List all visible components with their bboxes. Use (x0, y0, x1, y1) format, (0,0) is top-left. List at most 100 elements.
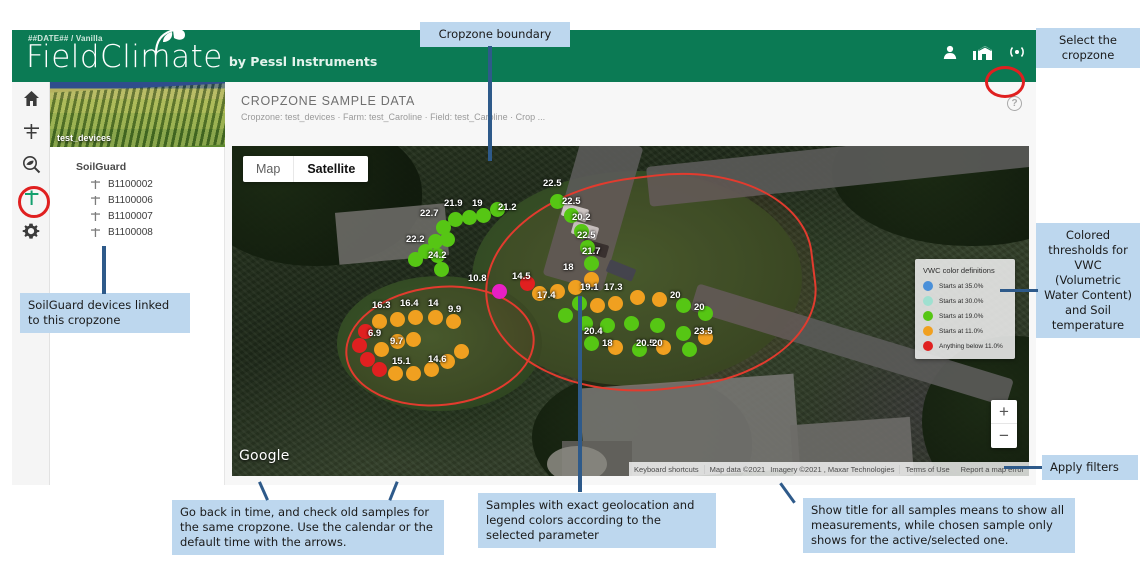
sample-dot[interactable] (584, 336, 599, 351)
map-type-toggle[interactable]: Map Satellite (243, 156, 369, 182)
sample-dot[interactable] (406, 366, 421, 381)
sample-dot[interactable] (568, 280, 583, 295)
sample-dot[interactable] (590, 298, 605, 313)
cropzone-photo[interactable]: test_devices (50, 82, 225, 147)
fieldclimate-app-window: ##DATE## / Vanilla FieldClimate by Pessl… (12, 30, 1036, 485)
sidebar-item-settings[interactable] (12, 214, 50, 247)
sample-dot[interactable] (430, 248, 445, 263)
sample-dot[interactable] (390, 312, 405, 327)
sample-dot[interactable] (372, 362, 387, 377)
soil-probe-icon (90, 211, 101, 222)
vwc-legend-row: Starts at 35.0% (923, 281, 1009, 291)
list-item[interactable]: B1100006 (90, 195, 224, 206)
sample-dot[interactable] (446, 314, 461, 329)
sample-dot[interactable] (676, 298, 691, 313)
google-logo: Google (239, 448, 290, 464)
breadcrumb: Cropzone: test_devices · Farm: test_Caro… (241, 112, 546, 122)
map-tab-map[interactable]: Map (243, 156, 293, 182)
sample-dot[interactable] (352, 338, 367, 353)
user-icon[interactable] (942, 44, 958, 60)
sample-dot[interactable] (550, 284, 565, 299)
sample-dot[interactable] (698, 330, 713, 345)
terms-link[interactable]: Terms of Use (899, 464, 954, 474)
sample-dot[interactable] (624, 316, 639, 331)
gear-icon (22, 223, 40, 239)
list-item[interactable]: B1100008 (90, 227, 224, 238)
sample-dot[interactable] (462, 210, 477, 225)
vwc-legend: VWC color definitions Starts at 35.0% St… (915, 259, 1015, 359)
sample-dot[interactable] (630, 290, 645, 305)
sample-dot[interactable] (532, 286, 547, 301)
sample-dot[interactable] (558, 308, 573, 323)
sample-dot[interactable] (656, 340, 671, 355)
leader-line (578, 296, 582, 492)
sample-dot[interactable] (406, 332, 421, 347)
sample-dot[interactable] (388, 366, 403, 381)
sample-dot[interactable] (390, 334, 405, 349)
annotation-apply-filters: Apply filters (1042, 455, 1138, 480)
main-content: CROPZONE SAMPLE DATA Cropzone: test_devi… (225, 82, 1036, 485)
sample-dot[interactable] (408, 310, 423, 325)
brand-tagline: by Pessl Instruments (228, 54, 378, 69)
vwc-color-swatch (923, 311, 933, 321)
sample-dot[interactable] (374, 342, 389, 357)
sidebar-item-station[interactable] (12, 115, 50, 148)
sample-dot[interactable] (408, 252, 423, 267)
sample-dot[interactable] (652, 292, 667, 307)
signal-icon[interactable] (1008, 44, 1026, 60)
sample-dot[interactable] (550, 194, 565, 209)
sample-dot[interactable] (650, 318, 665, 333)
sample-dot[interactable] (454, 344, 469, 359)
cropzone-photo-caption: test_devices (57, 133, 112, 143)
sample-dot[interactable] (372, 314, 387, 329)
sidebar-item-home[interactable] (12, 82, 50, 115)
sample-dot[interactable] (608, 340, 623, 355)
soil-probe-icon (24, 190, 38, 205)
sample-dot[interactable] (358, 324, 373, 339)
sample-dot[interactable] (682, 342, 697, 357)
map-attribution: Keyboard shortcuts Map data ©2021 Imager… (629, 462, 1029, 476)
sample-dot[interactable] (424, 362, 439, 377)
sample-dot-selected[interactable] (492, 284, 507, 299)
zoom-out-button[interactable]: − (991, 424, 1017, 448)
sample-dot[interactable] (676, 326, 691, 341)
sample-dot[interactable] (584, 256, 599, 271)
annotation-show-title: Show title for all samples means to show… (803, 498, 1075, 553)
help-icon[interactable]: ? (1007, 96, 1022, 111)
zoom-in-button[interactable]: + (991, 400, 1017, 424)
sample-dot[interactable] (490, 202, 505, 217)
sample-dot[interactable] (440, 354, 455, 369)
vwc-legend-row: Starts at 11.0% (923, 326, 1009, 336)
list-item[interactable]: B1100002 (90, 179, 224, 190)
farm-house-icon[interactable] (972, 43, 994, 61)
satellite-map[interactable]: Map Satellite 22.5 22.5 20.2 22.5 21.7 2… (232, 146, 1029, 476)
sample-dot[interactable] (584, 272, 599, 287)
sample-dot[interactable] (580, 240, 595, 255)
sidebar-item-soilguard[interactable] (12, 181, 50, 214)
sidebar-item-analyze[interactable] (12, 148, 50, 181)
screenshot-root: ##DATE## / Vanilla FieldClimate by Pessl… (0, 0, 1148, 569)
leader-line (1000, 289, 1038, 292)
sample-dot[interactable] (698, 306, 713, 321)
vwc-color-swatch (923, 296, 933, 306)
brand-logo[interactable]: FieldClimate by Pessl Instruments (26, 40, 377, 74)
map-zoom-controls[interactable]: + − (991, 400, 1017, 448)
keyboard-shortcuts-link[interactable]: Keyboard shortcuts (629, 465, 704, 474)
map-toolbar: 30 DAYS ▼ ⏮ ⏪ ⏩ ⏭ SHOW TITLE FOR ALL SAM… (232, 482, 1029, 485)
page-title: CROPZONE SAMPLE DATA (241, 94, 415, 108)
annotation-samples-geolocation: Samples with exact geolocation and legen… (478, 493, 716, 548)
sample-dot[interactable] (428, 310, 443, 325)
sample-dot[interactable] (434, 262, 449, 277)
sample-dot[interactable] (574, 224, 589, 239)
sample-dot[interactable] (632, 342, 647, 357)
sample-dot[interactable] (440, 232, 455, 247)
sample-dot[interactable] (520, 276, 535, 291)
list-item[interactable]: B1100007 (90, 211, 224, 222)
sample-dot[interactable] (476, 208, 491, 223)
sample-dot[interactable] (564, 208, 579, 223)
sample-dot[interactable] (608, 296, 623, 311)
sample-dot[interactable] (600, 318, 615, 333)
soil-probe-icon (90, 227, 101, 238)
annotation-colored-thresholds: Colored thresholds for VWC (Volumetric W… (1036, 223, 1140, 338)
map-tab-satellite[interactable]: Satellite (293, 156, 368, 182)
